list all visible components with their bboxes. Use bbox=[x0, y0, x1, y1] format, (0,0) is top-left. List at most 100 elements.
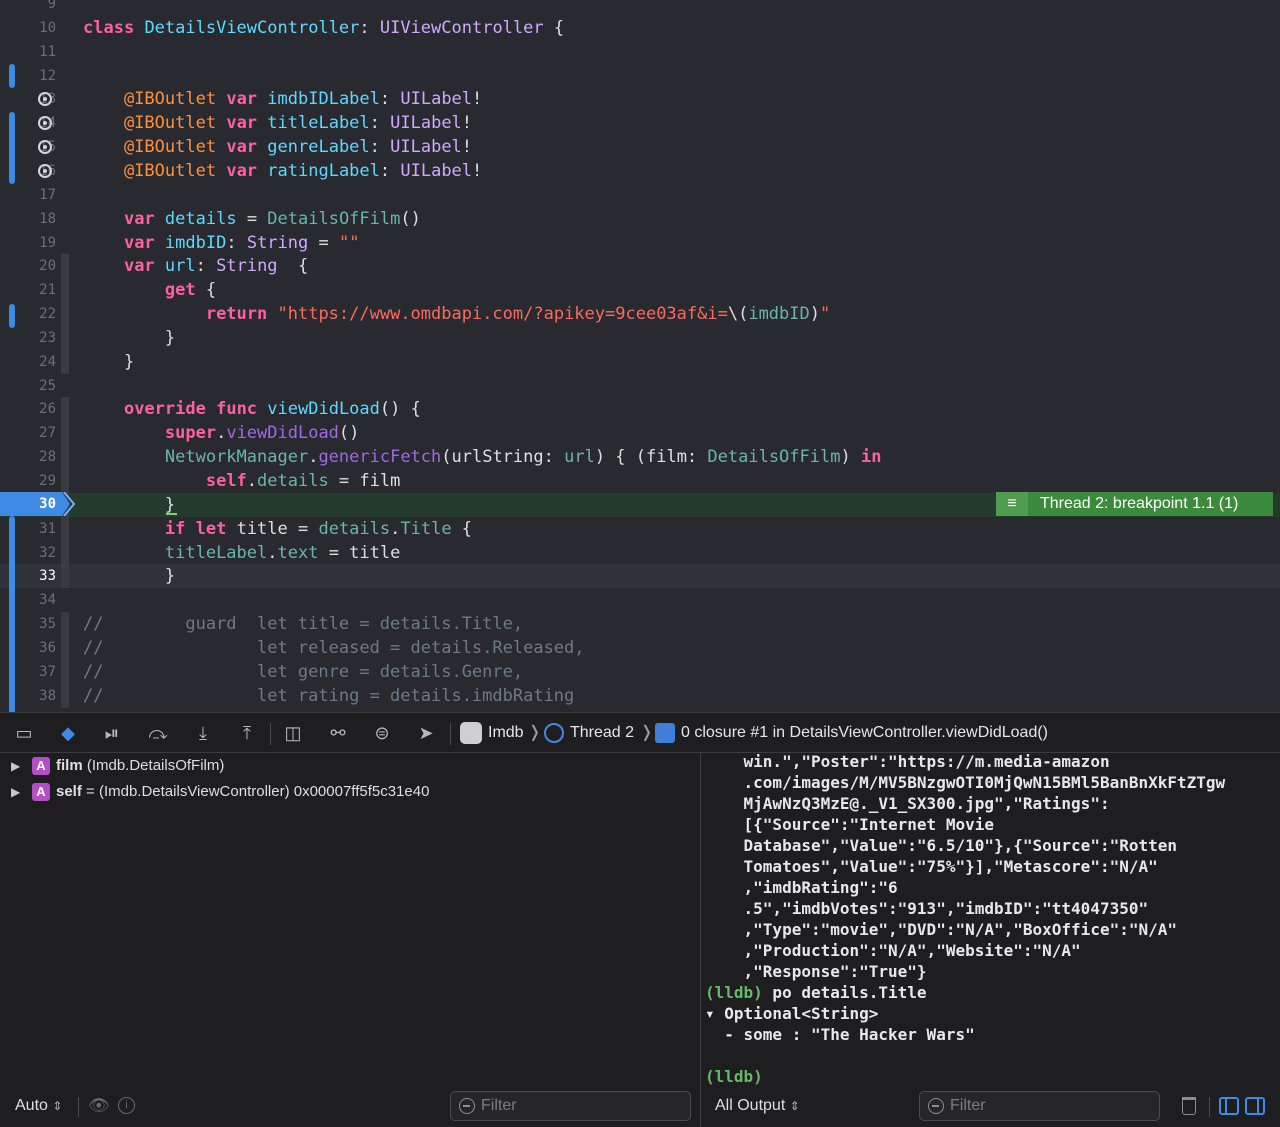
code-line[interactable]: 18 var details = DetailsOfFilm() bbox=[0, 207, 1280, 231]
thread-breakpoint-badge[interactable]: ≡ Thread 2: breakpoint 1.1 (1) bbox=[996, 492, 1273, 516]
code-folding-ribbon[interactable] bbox=[61, 564, 69, 589]
environment-overrides-icon[interactable]: ⊜ bbox=[370, 721, 394, 745]
variables-filter-field[interactable]: Filter bbox=[450, 1091, 691, 1121]
code-folding-ribbon[interactable] bbox=[61, 445, 69, 470]
code-folding-ribbon[interactable] bbox=[61, 540, 69, 565]
line-number[interactable]: 17 bbox=[20, 183, 56, 207]
line-number[interactable]: 20 bbox=[20, 254, 56, 278]
print-description-info-icon[interactable]: i bbox=[118, 1097, 135, 1114]
code-folding-ribbon[interactable] bbox=[61, 659, 69, 684]
console-filter-field[interactable]: Filter bbox=[919, 1091, 1160, 1121]
step-into-icon[interactable]: ⤓ bbox=[191, 721, 215, 745]
code-line[interactable]: 27 super.viewDidLoad() bbox=[0, 421, 1280, 446]
source-control-change-bar[interactable] bbox=[9, 112, 15, 184]
code-line[interactable]: 34 bbox=[0, 588, 1280, 612]
line-number[interactable]: 25 bbox=[20, 374, 56, 398]
code-line[interactable]: 9 bbox=[0, 0, 1280, 16]
disclosure-triangle-icon[interactable]: ▶ bbox=[11, 753, 23, 779]
line-number[interactable]: 31 bbox=[20, 517, 56, 541]
line-number[interactable]: 9 bbox=[20, 0, 56, 16]
source-control-change-bar[interactable] bbox=[9, 304, 15, 328]
hide-debug-area-icon[interactable]: ▭ bbox=[12, 721, 36, 745]
line-number[interactable]: 11 bbox=[20, 40, 56, 64]
breakpoints-toggle-icon[interactable]: ◆ bbox=[56, 721, 80, 745]
line-number[interactable]: 21 bbox=[20, 278, 56, 302]
code-line[interactable]: 25 bbox=[0, 374, 1280, 398]
code-line[interactable]: 22 return "https://www.omdbapi.com/?apik… bbox=[0, 302, 1280, 327]
line-number[interactable]: 38 bbox=[20, 684, 56, 708]
breadcrumb-thread[interactable]: Thread 2 bbox=[544, 713, 634, 753]
source-control-change-bar[interactable] bbox=[9, 516, 15, 712]
line-number[interactable]: 34 bbox=[20, 588, 56, 612]
trash-icon[interactable] bbox=[1182, 1097, 1196, 1115]
code-folding-ribbon[interactable] bbox=[61, 516, 69, 541]
code-line[interactable]: 17 bbox=[0, 183, 1280, 207]
console-view[interactable]: win.","Poster":"https://m.media-amazon .… bbox=[700, 753, 1280, 1127]
code-folding-ribbon[interactable] bbox=[61, 469, 69, 493]
code-line[interactable]: 23 } bbox=[0, 325, 1280, 350]
code-folding-ribbon[interactable] bbox=[61, 397, 69, 422]
step-out-icon[interactable]: ⤒ bbox=[235, 721, 259, 745]
code-line[interactable]: 11 bbox=[0, 40, 1280, 64]
code-editor[interactable]: 9 10 class DetailsViewController: UIViewCo… bbox=[0, 0, 1280, 712]
code-folding-ribbon[interactable] bbox=[61, 421, 69, 446]
code-line[interactable]: 36 // let released = details.Released, bbox=[0, 635, 1280, 660]
output-scope-popup[interactable]: All Output ⇕ bbox=[715, 1094, 800, 1118]
code-line[interactable]: 29 self.details = film bbox=[0, 469, 1280, 493]
code-folding-ribbon[interactable] bbox=[61, 278, 69, 303]
code-line[interactable]: 26 override func viewDidLoad() { bbox=[0, 397, 1280, 422]
quick-look-eye-icon[interactable]: 👁 bbox=[88, 1096, 110, 1116]
code-folding-ribbon[interactable] bbox=[61, 325, 69, 350]
line-number[interactable]: 23 bbox=[20, 326, 56, 350]
code-folding-ribbon[interactable] bbox=[61, 683, 69, 708]
code-folding-ribbon[interactable] bbox=[61, 349, 69, 374]
code-line[interactable]: 24 } bbox=[0, 349, 1280, 374]
code-folding-ribbon[interactable] bbox=[61, 254, 69, 279]
line-number[interactable]: 18 bbox=[20, 207, 56, 231]
line-number[interactable]: 10 bbox=[20, 16, 56, 40]
line-number[interactable]: 37 bbox=[20, 660, 56, 684]
code-line[interactable]: 19 var imdbID: String = "" bbox=[0, 231, 1280, 255]
line-number[interactable]: 36 bbox=[20, 636, 56, 660]
show-variables-view-icon[interactable] bbox=[1219, 1097, 1239, 1115]
code-line[interactable]: 38 // let rating = details.imdbRating bbox=[0, 683, 1280, 708]
code-line[interactable]: 21 get { bbox=[0, 278, 1280, 303]
code-line[interactable]: 28 NetworkManager.genericFetch(urlString… bbox=[0, 445, 1280, 470]
continue-icon[interactable]: ⏯ bbox=[100, 721, 124, 745]
breadcrumb-frame[interactable]: 0 closure #1 in DetailsViewController.vi… bbox=[655, 713, 1048, 753]
code-line[interactable]: 16 @IBOutlet var ratingLabel: UILabel! bbox=[0, 159, 1280, 183]
code-folding-ribbon[interactable] bbox=[61, 302, 69, 327]
outlet-connection-icon[interactable] bbox=[38, 163, 52, 178]
code-line[interactable]: 31 if let title = details.Title { bbox=[0, 516, 1280, 541]
line-number[interactable]: 28 bbox=[20, 445, 56, 469]
code-line[interactable]: 12 bbox=[0, 64, 1280, 88]
outlet-connection-icon[interactable] bbox=[38, 140, 52, 155]
line-number[interactable]: 22 bbox=[20, 302, 56, 326]
disclosure-triangle-icon[interactable]: ▶ bbox=[11, 779, 23, 805]
code-line[interactable]: 13 @IBOutlet var imdbIDLabel: UILabel! bbox=[0, 87, 1280, 111]
step-over-icon[interactable]: ⤼ bbox=[146, 721, 170, 745]
code-line[interactable]: 37 // let genre = details.Genre, bbox=[0, 659, 1280, 684]
code-line[interactable]: 32 titleLabel.text = title bbox=[0, 540, 1280, 565]
line-number[interactable]: 19 bbox=[20, 231, 56, 255]
variable-row[interactable]: ▶ Afilm (Imdb.DetailsOfFilm) bbox=[0, 753, 700, 779]
line-number[interactable]: 32 bbox=[20, 541, 56, 565]
source-control-change-bar[interactable] bbox=[9, 64, 15, 88]
code-line[interactable]: 20 var url: String { bbox=[0, 254, 1280, 279]
code-folding-ribbon[interactable] bbox=[61, 635, 69, 660]
view-hierarchy-icon[interactable]: ◫ bbox=[281, 721, 305, 745]
line-number[interactable]: 26 bbox=[20, 397, 56, 421]
simulate-location-icon[interactable]: ➤ bbox=[414, 721, 438, 745]
code-line[interactable]: 10 class DetailsViewController: UIViewCon… bbox=[0, 16, 1280, 40]
scope-popup[interactable]: Auto ⇕ bbox=[15, 1094, 62, 1118]
show-console-view-icon[interactable] bbox=[1245, 1097, 1265, 1115]
line-number[interactable]: 33 bbox=[20, 564, 56, 588]
line-number[interactable]: 12 bbox=[20, 64, 56, 88]
line-number[interactable]: 24 bbox=[20, 350, 56, 374]
variable-row[interactable]: ▶ Aself = (Imdb.DetailsViewController) 0x… bbox=[0, 779, 700, 805]
code-line[interactable]: 14 @IBOutlet var titleLabel: UILabel! bbox=[0, 111, 1280, 135]
line-number[interactable]: 29 bbox=[20, 469, 56, 493]
code-line[interactable]: 35 // guard let title = details.Title, bbox=[0, 612, 1280, 637]
line-number[interactable]: 27 bbox=[20, 421, 56, 445]
code-folding-ribbon[interactable] bbox=[61, 612, 69, 637]
